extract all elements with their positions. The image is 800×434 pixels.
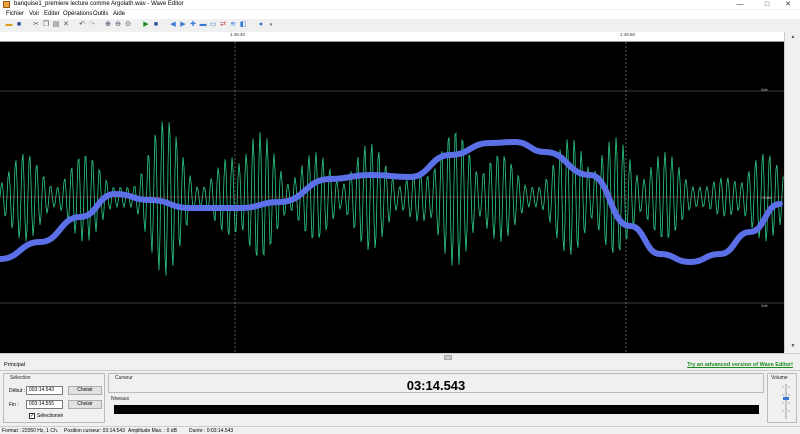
save-icon[interactable]: ■ [15, 21, 23, 29]
help-icon[interactable]: ● [257, 21, 265, 29]
paste-icon[interactable]: ▤ [52, 21, 60, 29]
start-label: Début : [9, 388, 26, 394]
cursor-group: Curseur 03:14.543 [108, 373, 764, 393]
fade-right-icon[interactable]: ▶ [179, 21, 187, 29]
delete-icon[interactable]: ✕ [62, 21, 70, 29]
end-time-field[interactable]: 003:14.555 [26, 400, 63, 409]
menu-operations[interactable]: Opérations [63, 11, 92, 17]
menu-fichier[interactable]: Fichier [6, 11, 24, 17]
open-folder-icon[interactable]: ▬ [5, 21, 13, 29]
undo-icon[interactable]: ↶ [78, 21, 86, 29]
copy-icon[interactable]: ❐ [42, 21, 50, 29]
main-panel: Sélection Début : 003:14.543 Choisir Fin… [0, 371, 800, 425]
db-label-top: 0db [761, 87, 768, 92]
cursor-time-display: 03:14.543 [406, 378, 466, 393]
selection-title: Sélection [10, 375, 31, 381]
menu-bar: Fichier Voir Editer Opérations Outils Ai… [0, 10, 800, 19]
fade-left-icon[interactable]: ◀ [169, 21, 177, 29]
horizontal-scrollbar[interactable] [0, 353, 800, 361]
effect-icon[interactable]: ◧ [239, 21, 247, 29]
levels-meter [114, 405, 759, 414]
volume-slider[interactable] [780, 381, 792, 421]
play-icon[interactable]: ▶ [142, 21, 150, 29]
vertical-scrollbar[interactable]: ▲ ▼ [784, 32, 800, 352]
choose-start-button[interactable]: Choisir [68, 386, 102, 395]
selection-group: Sélection Début : 003:14.543 Choisir Fin… [3, 373, 105, 423]
cut-icon[interactable]: ✂ [32, 21, 40, 29]
end-label: Fin : [9, 402, 19, 408]
app-icon [3, 1, 10, 8]
zoom-fit-icon[interactable]: ⊙ [124, 21, 132, 29]
stop-icon[interactable]: ■ [152, 21, 160, 29]
reverse-icon[interactable]: ⇄ [219, 21, 227, 29]
tab-principal[interactable]: Principal [4, 362, 25, 368]
waveform-canvas[interactable] [0, 42, 785, 353]
status-position: Position curseur: 03:14.543 [64, 428, 125, 434]
title-bar: banquise1_premiere lecture comme Argolat… [0, 0, 800, 9]
dropdown-arrow-icon[interactable]: ▾ [267, 21, 275, 29]
timeline-ruler[interactable]: 1:49.40 1:49.50 [0, 32, 784, 42]
db-label-bottom: 0db [761, 303, 768, 308]
start-time-field[interactable]: 003:14.543 [26, 386, 63, 395]
amplify-icon[interactable]: ▬ [199, 21, 207, 29]
window-title: banquise1_premiere lecture comme Argolat… [14, 1, 184, 7]
status-bar: Format : 22050 Hz, 1 Ch. Position curseu… [0, 426, 800, 434]
menu-aide[interactable]: Aide [113, 11, 125, 17]
upgrade-link[interactable]: Try an advanced version of Wave Editor! [687, 362, 793, 368]
scroll-thumb[interactable] [444, 355, 452, 360]
scroll-down-icon[interactable]: ▼ [789, 342, 797, 350]
redo-icon[interactable]: ↷ [88, 21, 96, 29]
selection-checkbox[interactable]: ✓ [29, 413, 35, 419]
status-duration: Durée : 0:03:14.543 [189, 428, 234, 434]
toolbar: ▬ ■ ✂ ❐ ▤ ✕ ↶ ↷ ⊕ ⊖ ⊙ ▶ ■ ◀ ▶ ✚ ▬ ▭ ⇄ ≋ … [0, 19, 800, 33]
minimize-button[interactable]: — [728, 0, 752, 9]
timeline-tick: 1:49.50 [620, 32, 636, 37]
db-label-center: -90db [761, 195, 772, 200]
menu-voir[interactable]: Voir [29, 11, 39, 17]
status-format: Format : 22050 Hz, 1 Ch. [2, 428, 59, 434]
zoom-in-icon[interactable]: ⊕ [104, 21, 112, 29]
levels-title: Niveaux [111, 396, 130, 402]
scroll-up-icon[interactable]: ▲ [789, 33, 797, 41]
zoom-out-icon[interactable]: ⊖ [114, 21, 122, 29]
menu-editer[interactable]: Editer [44, 11, 60, 17]
waveform-view[interactable]: 0db -90db 0db [0, 42, 785, 353]
silence-icon[interactable]: ▭ [209, 21, 217, 29]
tab-strip: Principal Try an advanced version of Wav… [0, 361, 800, 371]
timeline-tick: 1:49.40 [230, 32, 246, 37]
echo-icon[interactable]: ≋ [229, 21, 237, 29]
choose-end-button[interactable]: Choisir [68, 400, 102, 409]
close-button[interactable]: ✕ [776, 0, 800, 9]
selection-checkbox-label: Sélectionné [37, 413, 64, 419]
menu-outils[interactable]: Outils [93, 11, 108, 17]
status-amplitude: Amplitude Max. : 0 dB [128, 428, 177, 434]
normalize-icon[interactable]: ✚ [189, 21, 197, 29]
